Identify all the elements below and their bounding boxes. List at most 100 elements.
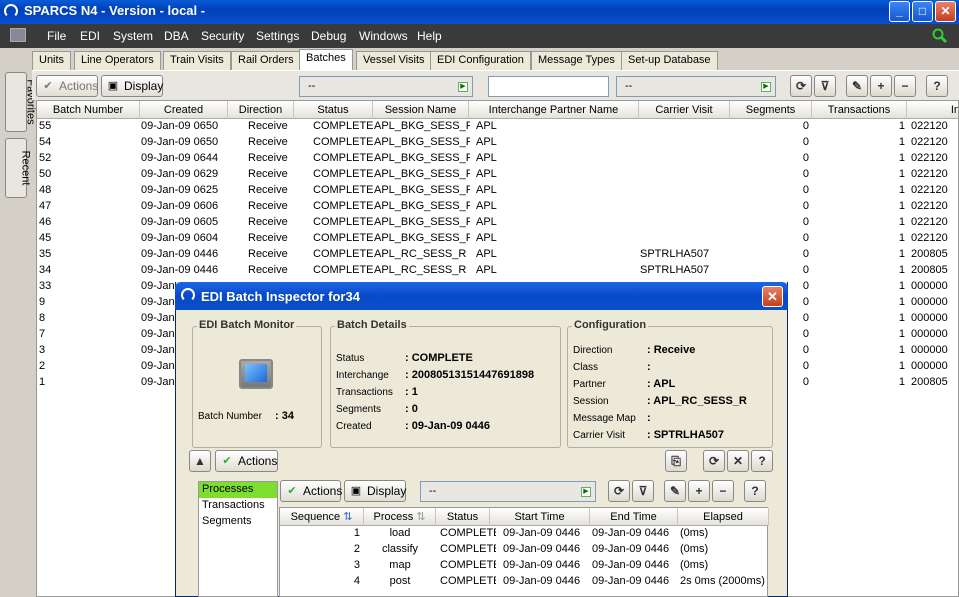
detail-value: : 20080513151447691898 — [405, 369, 534, 381]
filter-combo[interactable]: -- ▶ — [616, 76, 776, 97]
cancel-icon[interactable]: ✕ — [727, 450, 749, 472]
table-row[interactable]: 48 09-Jan-09 0625 Receive COMPLETE APL_BKG_S… — [37, 183, 958, 199]
help-icon[interactable]: ? — [751, 450, 773, 472]
dialog-close-button[interactable]: ✕ — [762, 286, 783, 307]
app-menu-icon[interactable] — [10, 28, 26, 42]
col-interchange[interactable]: In — [907, 101, 958, 119]
table-row[interactable]: 50 09-Jan-09 0629 Receive COMPLETE APL_BKG_S… — [37, 167, 958, 183]
col-transactions[interactable]: Transactions — [812, 101, 907, 119]
menu-system[interactable]: System — [113, 29, 153, 43]
col-process[interactable]: Process ⇅ — [364, 508, 436, 526]
remove-icon[interactable]: − — [894, 75, 916, 97]
col-status[interactable]: Status — [436, 508, 490, 526]
tab-rail-orders[interactable]: Rail Orders — [231, 51, 301, 70]
table-row[interactable]: 45 09-Jan-09 0604 Receive COMPLETE APL_BKG_S… — [37, 231, 958, 247]
sub-actions-button[interactable]: ✔ Actions — [280, 480, 342, 502]
menu-debug[interactable]: Debug — [311, 29, 346, 43]
edit-icon[interactable]: ✎ — [664, 480, 686, 502]
nav-item-transactions[interactable]: Transactions — [199, 498, 277, 514]
detail-key: Created — [336, 421, 372, 432]
side-tab-recent[interactable]: Recent — [5, 138, 31, 198]
sub-view-combo[interactable]: -- ▶ — [420, 481, 596, 502]
minimize-button[interactable]: _ — [889, 1, 910, 22]
col-session-name[interactable]: Session Name — [373, 101, 469, 119]
table-cell: 35 — [39, 248, 52, 260]
table-cell: 0 — [802, 168, 809, 180]
menu-settings[interactable]: Settings — [256, 29, 299, 43]
search-icon[interactable] — [932, 28, 948, 44]
table-row[interactable]: 46 09-Jan-09 0605 Receive COMPLETE APL_BKG_S… — [37, 215, 958, 231]
collapse-up-icon[interactable]: ▲ — [189, 450, 211, 472]
filter-input[interactable] — [488, 76, 609, 97]
table-row[interactable]: 52 09-Jan-09 0644 Receive COMPLETE APL_BKG_S… — [37, 151, 958, 167]
tab-vessel-visits[interactable]: Vessel Visits — [356, 51, 432, 70]
table-cell: post — [389, 575, 411, 587]
table-cell: 09-Jan-09 0629 — [141, 168, 219, 180]
nav-item-processes[interactable]: Processes — [199, 482, 277, 498]
col-sequence[interactable]: Sequence ⇅ — [280, 508, 364, 526]
table-row[interactable]: 47 09-Jan-09 0606 Receive COMPLETE APL_BKG_S… — [37, 199, 958, 215]
table-row[interactable]: 4 post COMPLETE 09-Jan-09 0446 09-Jan-09 044… — [280, 574, 769, 590]
tab-units[interactable]: Units — [32, 51, 72, 70]
display-button[interactable]: ▣ Display — [101, 75, 163, 97]
actions-button[interactable]: ✔ Actions — [36, 75, 98, 97]
table-row[interactable]: 55 09-Jan-09 0650 Receive COMPLETE APL_BKG_S… — [37, 119, 958, 135]
tab-edi-configuration[interactable]: EDI Configuration — [430, 51, 531, 70]
menu-file[interactable]: File — [47, 29, 66, 43]
table-cell: APL_BKG_SESS_R — [374, 168, 470, 180]
menu-edi[interactable]: EDI — [80, 29, 100, 43]
add-icon[interactable]: + — [870, 75, 892, 97]
col-created[interactable]: Created — [140, 101, 228, 119]
tab-message-types[interactable]: Message Types — [531, 51, 622, 70]
tab-setup-database[interactable]: Set-up Database — [621, 51, 718, 70]
table-row[interactable]: 54 09-Jan-09 0650 Receive COMPLETE APL_BKG_S… — [37, 135, 958, 151]
table-cell: (0ms) — [680, 527, 709, 539]
table-row[interactable]: 2 classify COMPLETE 09-Jan-09 0446 09-Jan-09… — [280, 542, 769, 558]
processes-table: Sequence ⇅ Process ⇅ Status Start Time E… — [279, 507, 769, 597]
dialog-actions-button[interactable]: ✔ Actions — [215, 450, 278, 472]
col-status[interactable]: Status — [294, 101, 373, 119]
table-row[interactable]: 3 map COMPLETE 09-Jan-09 0446 09-Jan-09 0446… — [280, 558, 769, 574]
copy-icon[interactable]: ⎘ — [665, 450, 687, 472]
add-icon[interactable]: + — [688, 480, 710, 502]
help-icon[interactable]: ? — [744, 480, 766, 502]
maximize-button[interactable]: □ — [912, 1, 933, 22]
col-segments[interactable]: Segments — [730, 101, 812, 119]
side-tab-favorites[interactable]: Favorites — [5, 72, 37, 132]
refresh-icon[interactable]: ⟳ — [703, 450, 725, 472]
edit-icon[interactable]: ✎ — [846, 75, 868, 97]
nav-item-segments[interactable]: Segments — [199, 514, 277, 530]
table-row[interactable]: 1 load COMPLETE 09-Jan-09 0446 09-Jan-09 044… — [280, 526, 769, 542]
tab-line-operators[interactable]: Line Operators — [74, 51, 161, 70]
refresh-icon[interactable]: ⟳ — [608, 480, 630, 502]
col-end-time[interactable]: End Time — [590, 508, 678, 526]
table-cell: APL_RC_SESS_R — [374, 248, 467, 260]
help-icon[interactable]: ? — [926, 75, 948, 97]
table-row[interactable]: 35 09-Jan-09 0446 Receive COMPLETE APL_RC_SE… — [37, 247, 958, 263]
col-batch-number[interactable]: Batch Number — [37, 101, 140, 119]
table-header: Batch Number Created Direction Status Se… — [37, 101, 958, 119]
col-carrier-visit[interactable]: Carrier Visit — [639, 101, 730, 119]
sub-display-button[interactable]: ▣ Display — [344, 480, 406, 502]
col-direction[interactable]: Direction — [228, 101, 294, 119]
col-elapsed[interactable]: Elapsed — [678, 508, 769, 526]
table-cell: Receive — [248, 216, 288, 228]
remove-icon[interactable]: − — [712, 480, 734, 502]
table-cell: COMPLETE — [313, 152, 374, 164]
col-partner-name[interactable]: Interchange Partner Name — [469, 101, 639, 119]
menu-security[interactable]: Security — [201, 29, 244, 43]
filter-icon[interactable]: ⊽ — [632, 480, 654, 502]
close-button[interactable]: ✕ — [935, 1, 956, 22]
col-start-time[interactable]: Start Time — [490, 508, 590, 526]
menu-dba[interactable]: DBA — [164, 29, 189, 43]
table-cell: Receive — [248, 184, 288, 196]
view-combo[interactable]: -- ▶ — [299, 76, 473, 97]
refresh-icon[interactable]: ⟳ — [790, 75, 812, 97]
filter-icon[interactable]: ⊽ — [814, 75, 836, 97]
tab-train-visits[interactable]: Train Visits — [163, 51, 231, 70]
menu-help[interactable]: Help — [417, 29, 442, 43]
menu-windows[interactable]: Windows — [359, 29, 408, 43]
tab-batches[interactable]: Batches — [299, 49, 353, 70]
detail-key: Status — [336, 353, 365, 364]
table-row[interactable]: 34 09-Jan-09 0446 Receive COMPLETE APL_RC_SE… — [37, 263, 958, 279]
